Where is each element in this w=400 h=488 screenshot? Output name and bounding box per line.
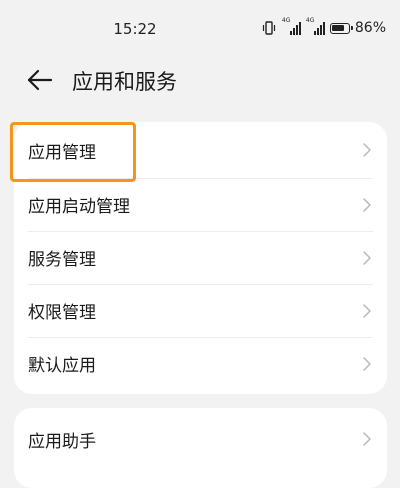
chevron-right-icon: [363, 250, 371, 265]
battery-percent: 86%: [354, 20, 386, 36]
menu-item-app-management[interactable]: 应用管理: [14, 122, 387, 178]
chevron-right-icon: [363, 432, 371, 446]
chevron-right-icon: [363, 197, 371, 212]
menu-item-app-assistant[interactable]: 应用助手: [14, 408, 387, 470]
back-arrow-icon[interactable]: [26, 68, 54, 92]
chevron-right-icon: [363, 303, 371, 318]
signal-label-1: 4G: [281, 17, 291, 24]
page-title: 应用和服务: [72, 70, 177, 94]
menu-item-default-apps[interactable]: 默认应用: [14, 337, 387, 390]
status-icons: 4G 4G 86%: [261, 17, 386, 36]
menu-item-service-management[interactable]: 服务管理: [14, 231, 387, 284]
status-bar: 15:22 4G 4G 86%: [0, 0, 400, 60]
battery-fill: [332, 25, 344, 31]
menu-card-1: 应用管理 应用启动管理 服务管理 权限管理 默认应用: [14, 122, 387, 394]
menu-item-app-launch-management[interactable]: 应用启动管理: [14, 178, 387, 231]
header: 应用和服务: [0, 58, 400, 102]
menu-item-label: 权限管理: [28, 303, 96, 323]
signal-icon-2: 4G: [305, 17, 325, 35]
menu-item-label: 应用助手: [28, 431, 96, 452]
menu-item-permission-management[interactable]: 权限管理: [14, 284, 387, 337]
chevron-right-icon: [363, 356, 371, 371]
menu-item-label: 应用启动管理: [28, 197, 130, 217]
menu-card-2: 应用助手: [14, 408, 387, 488]
menu-item-label: 默认应用: [28, 356, 96, 376]
vibrate-icon: [262, 21, 275, 35]
battery-icon: [329, 22, 353, 34]
chevron-right-icon: [363, 143, 371, 157]
menu-item-label: 应用管理: [28, 142, 96, 163]
signal-icon-1: 4G: [281, 17, 301, 35]
menu-item-label: 服务管理: [28, 250, 96, 270]
status-time: 15:22: [113, 20, 157, 38]
signal-label-2: 4G: [305, 17, 315, 24]
